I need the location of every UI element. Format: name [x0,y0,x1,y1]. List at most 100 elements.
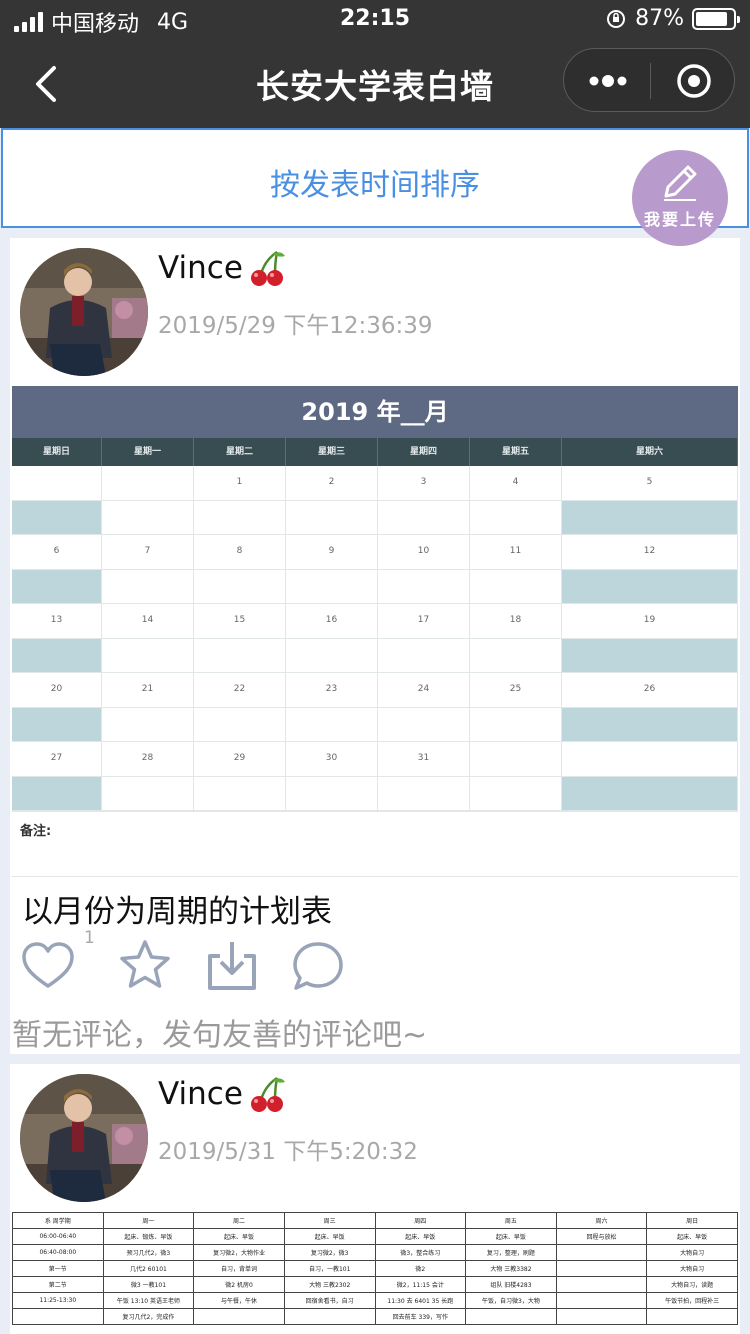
calendar-blank-cell [562,500,738,535]
calendar-day-cell [470,742,562,777]
close-target-icon[interactable] [676,63,712,99]
capsule-divider [650,63,651,99]
status-bar: 中国移动 4G 22:15 87% [0,0,750,40]
calendar-blank-cell [286,569,378,604]
timetable-cell: 与午餐，午休 [193,1292,285,1309]
timetable-header-cell: 周一 [102,1212,195,1229]
calendar-day-cell [12,466,102,501]
calendar-blank-cell [562,569,738,604]
calendar-day-cell: 13 [12,604,102,639]
timetable-cell: 几代2 60101 [102,1260,195,1277]
calendar-weekday: 星期六 [562,438,738,466]
calendar-blank-cell [102,569,194,604]
comment-bubble-icon[interactable] [290,938,346,994]
upload-button[interactable]: 我要上传 [632,150,728,246]
calendar-blank-cell [470,776,562,811]
timetable-cell: 复习，整理，刷题 [465,1244,557,1261]
calendar-day-cell: 28 [102,742,194,777]
timetable-cell: 大物 三教2302 [283,1276,376,1293]
timetable-cell: 微2 机房0 [193,1276,285,1293]
post-card: Vince 2019/5/31 下午5:20:32 系 周学期 周一 周二 周三 周四周… [10,1064,740,1334]
calendar-blank-cell [562,638,738,673]
timetable-cell: 回宿舍看书，自习 [283,1292,376,1309]
calendar-blank-cell [12,500,102,535]
timetable-cell: 复习微2，大物作业 [193,1244,285,1261]
download-icon[interactable] [204,938,260,994]
timetable-cell [555,1308,648,1325]
timetable-cell: 起床、早饭 [374,1228,467,1245]
username[interactable]: Vince [158,1074,287,1114]
calendar-blank-cell [102,500,194,535]
timetable-cell: 起床、早饭 [193,1228,285,1245]
cherry-icon [250,250,285,286]
avatar-photo [20,248,148,376]
calendar-day-cell: 1 [194,466,286,501]
pencil-icon [664,165,697,201]
username-text: Vince [158,250,243,286]
username-text: Vince [158,1076,243,1112]
calendar-day-cell: 12 [562,535,738,570]
timetable-row: 06:00-06:40 起床、锻炼、早饭 起床、早饭 起床、早饭 起床、早饭 起床、早饭回… [12,1228,738,1245]
battery-icon [692,7,740,30]
timetable-cell: 午饭 13:10 英语王老师 [102,1292,195,1309]
calendar-note: 备注: [12,811,738,877]
favorite-star-icon[interactable] [118,938,172,992]
more-dots-icon[interactable] [588,71,628,91]
username[interactable]: Vince [158,248,287,288]
comment-hint[interactable]: 暂无评论，发句友善的评论吧~ [12,1010,427,1054]
timetable-cell: 第一节 [12,1260,104,1277]
timetable-cell [555,1244,648,1261]
calendar-blank-cell [470,569,562,604]
calendar-blank-cell [378,569,470,604]
calendar-day-cell: 11 [470,535,562,570]
calendar-blank-cell [194,500,286,535]
calendar-blank-cell [102,707,194,742]
timetable-cell: 自习，一教101 [283,1260,376,1277]
calendar-blank-cell [194,569,286,604]
timetable-cell [283,1308,376,1325]
timetable-header-cell: 系 周学期 [12,1212,104,1229]
avatar-photo [20,1074,148,1202]
timetable: 系 周学期 周一 周二 周三 周四 周五 周六 周日 06:00-06:40 起床、锻炼、早饭 起床… [12,1212,738,1325]
timetable-cell: 预习几代2，微3 [102,1244,195,1261]
timetable-row: 第二节 微3 一教101 微2 机房0 大物 三教2302 微2，11:15 会计 组队 … [12,1276,738,1293]
calendar-day-cell: 24 [378,673,470,708]
timetable-cell: 微3 一教101 [102,1276,195,1293]
timetable-cell: 起床、早饭 [646,1228,738,1245]
post-image-timetable[interactable]: 系 周学期 周一 周二 周三 周四 周五 周六 周日 06:00-06:40 起床、锻炼、早饭 起床… [12,1212,738,1334]
calendar-day-cell: 31 [378,742,470,777]
post-image-calendar[interactable]: 2019 年__月 星期日 星期一 星期二 星期三 星期四 星期五 星期六 12345678… [12,386,738,878]
timetable-cell: 11:30 去 6401 35 长跑 [374,1292,467,1309]
timetable-cell: 微2 [374,1260,467,1277]
calendar-day-cell: 6 [12,535,102,570]
avatar[interactable] [20,248,148,376]
calendar-day-cell [102,466,194,501]
timetable-cell: 组队 旧楼4283 [465,1276,557,1293]
calendar-day-cell: 5 [562,466,738,501]
calendar-day-cell: 17 [378,604,470,639]
timetable-cell [555,1260,648,1277]
timetable-cell: 复习几代2，完成作 [102,1308,195,1325]
like-heart-icon[interactable] [20,938,76,994]
avatar[interactable] [20,1074,148,1202]
calendar-blank-cell [470,500,562,535]
calendar-blank-cell [194,707,286,742]
calendar-weekday: 星期五 [470,438,562,466]
calendar-weekdays: 星期日 星期一 星期二 星期三 星期四 星期五 星期六 [12,438,738,466]
calendar-weekday: 星期三 [286,438,378,466]
timetable-cell: 大物自习 [646,1244,738,1261]
calendar-day-cell: 26 [562,673,738,708]
upload-label: 我要上传 [643,210,716,229]
timetable-header-cell: 周二 [193,1212,285,1229]
calendar-day-cell: 8 [194,535,286,570]
timetable-cell: 11:25-13:30 [12,1292,104,1309]
calendar-day-cell: 14 [102,604,194,639]
timetable-header-cell: 周日 [646,1212,738,1229]
calendar-day-cell: 27 [12,742,102,777]
timetable-cell: 06:40-08:00 [12,1244,104,1261]
calendar-blank-cell [12,707,102,742]
timetable-header-cell: 周六 [555,1212,648,1229]
calendar-day-cell: 2 [286,466,378,501]
timetable-cell: 微2，11:15 会计 [374,1276,467,1293]
calendar-day-cell: 16 [286,604,378,639]
